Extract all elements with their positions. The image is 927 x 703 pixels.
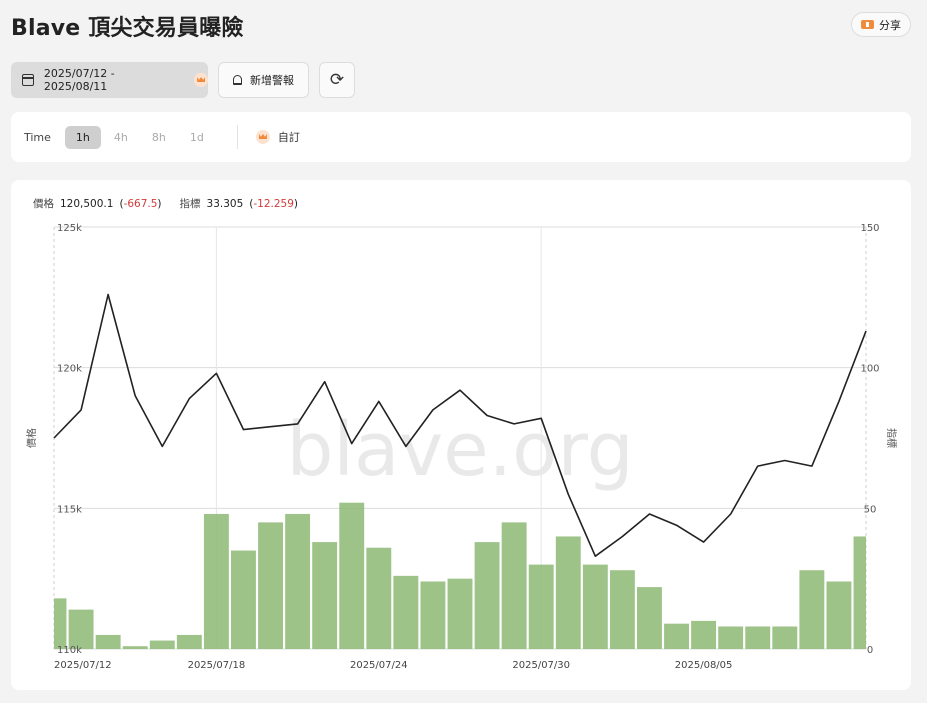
refresh-icon: ⟳: [329, 70, 345, 90]
timeframe-4h[interactable]: 4h: [103, 126, 139, 149]
indicator-value: 33.305: [206, 197, 244, 210]
custom-timeframe-button[interactable]: 自訂: [255, 129, 300, 145]
crown-icon: [194, 73, 208, 87]
custom-label: 自訂: [277, 131, 300, 144]
share-icon: [861, 20, 874, 29]
calendar-icon: [22, 74, 34, 86]
date-range-text: 2025/07/12 - 2025/08/11: [43, 67, 115, 93]
crown-icon: [255, 130, 270, 144]
add-alert-button[interactable]: 新增警報: [218, 62, 309, 98]
share-label: 分享: [879, 18, 901, 32]
share-button[interactable]: 分享: [851, 12, 911, 37]
time-label: Time: [24, 130, 51, 144]
indicator-change-value: -12.259: [253, 197, 294, 210]
date-range-button[interactable]: 2025/07/12 - 2025/08/11: [11, 62, 208, 98]
timeframe-8h[interactable]: 8h: [141, 126, 177, 149]
price-change: (-667.5): [119, 197, 162, 210]
add-alert-label: 新增警報: [250, 74, 294, 87]
price-label: 價格: [33, 198, 54, 210]
indicator-change: (-12.259): [249, 197, 299, 210]
chart-panel: [11, 180, 911, 690]
refresh-button[interactable]: ⟳: [319, 62, 355, 98]
price-change-value: -667.5: [123, 197, 158, 210]
timeframe-bar: Time 1h 4h 8h 1d 自訂: [11, 112, 911, 162]
timeframe-1h[interactable]: 1h: [64, 125, 101, 149]
price-value: 120,500.1: [60, 197, 114, 210]
indicator-label: 指標: [179, 198, 201, 210]
chart-legend: 價格 120,500.1 (-667.5) 指標 33.305 (-12.259…: [33, 196, 316, 211]
page-title: Blave 頂尖交易員曝險: [11, 16, 244, 41]
divider: [236, 125, 238, 149]
bell-icon: [233, 75, 242, 85]
timeframe-1d[interactable]: 1d: [179, 126, 215, 149]
